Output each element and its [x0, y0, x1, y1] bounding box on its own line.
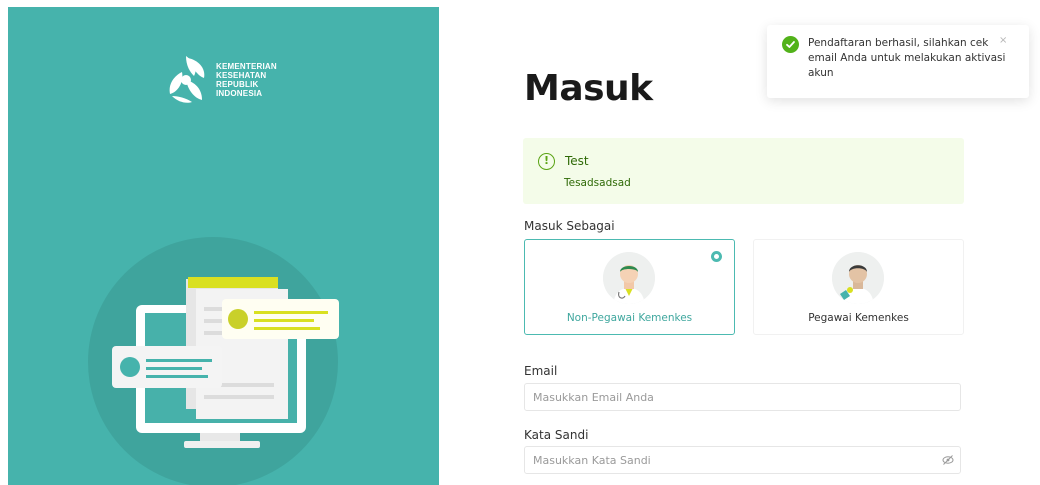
check-circle-icon [782, 36, 799, 53]
radio-selected-icon [711, 251, 722, 262]
kemenkes-logo-text: KEMENTERIAN KESEHATAN REPUBLIK INDONESIA [216, 62, 277, 98]
eye-off-icon[interactable] [942, 454, 954, 466]
illustration-panel: KEMENTERIAN KESEHATAN REPUBLIK INDONESIA [8, 7, 439, 485]
success-toast: Pendaftaran berhasil, silahkan cek email… [767, 25, 1029, 98]
role-label: Non-Pegawai Kemenkes [566, 312, 693, 324]
role-label: Pegawai Kemenkes [808, 312, 909, 324]
email-label: Email [524, 364, 558, 378]
info-alert: ! Test Tesadsadsad [523, 138, 964, 204]
logo-line: INDONESIA [216, 89, 263, 98]
kemenkes-logo: KEMENTERIAN KESEHATAN REPUBLIK INDONESIA [164, 54, 277, 106]
role-option-non-pegawai[interactable]: Non-Pegawai Kemenkes [524, 239, 735, 335]
password-label: Kata Sandi [524, 428, 589, 442]
logo-line: REPUBLIK [216, 80, 259, 89]
logo-line: KESEHATAN [216, 71, 267, 80]
logo-line: KEMENTERIAN [216, 62, 277, 71]
alert-title: Test [565, 154, 589, 168]
page-title: Masuk [524, 68, 653, 109]
login-page: KEMENTERIAN KESEHATAN REPUBLIK INDONESIA… [0, 0, 1040, 485]
role-option-pegawai[interactable]: Pegawai Kemenkes [753, 239, 964, 335]
kemenkes-logo-icon [169, 56, 205, 103]
email-input[interactable] [524, 383, 961, 411]
password-input[interactable] [524, 446, 961, 474]
close-icon[interactable]: × [999, 35, 1007, 46]
toast-message: Pendaftaran berhasil, silahkan cek email… [808, 37, 1006, 79]
doctor-avatar-icon [832, 252, 884, 304]
role-group-label: Masuk Sebagai [524, 219, 615, 233]
alert-description: Tesadsadsad [564, 177, 631, 189]
doctor-avatar-icon [603, 252, 655, 304]
info-circle-icon: ! [538, 153, 555, 170]
